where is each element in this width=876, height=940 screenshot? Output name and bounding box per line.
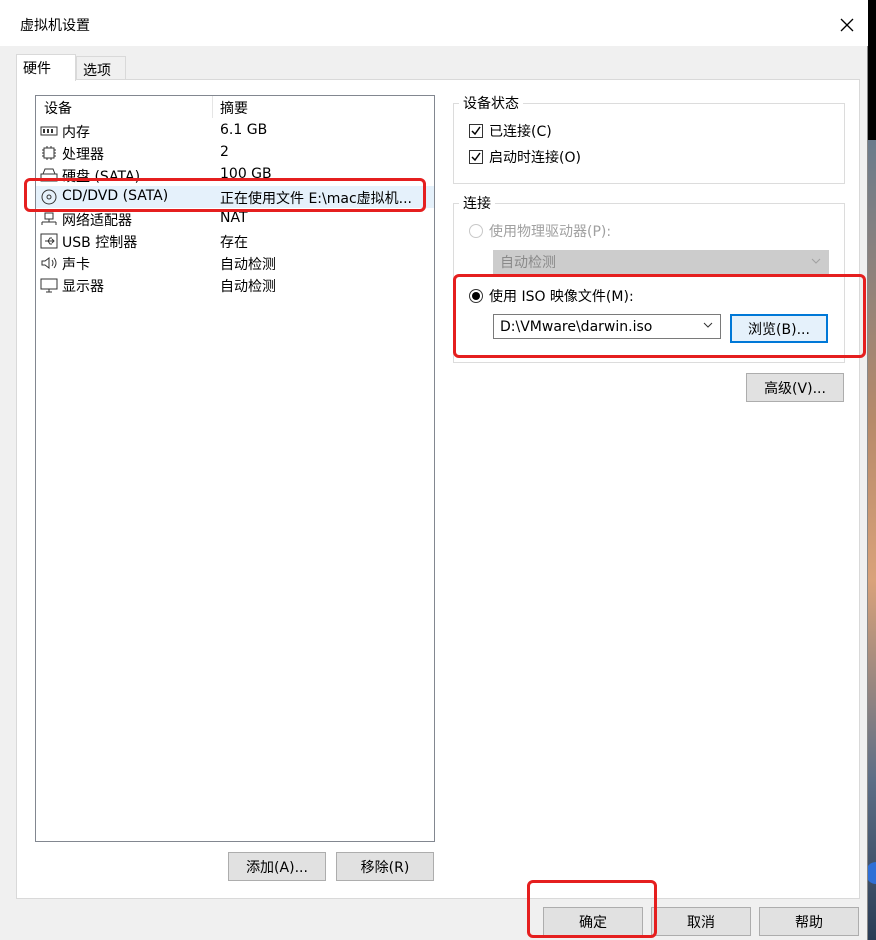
- window-title: 虚拟机设置: [20, 18, 90, 34]
- device-summary: 存在: [220, 235, 248, 251]
- advanced-button[interactable]: 高级(V)...: [746, 373, 844, 402]
- device-row-memory[interactable]: 内存 6.1 GB: [36, 120, 434, 142]
- remove-device-button[interactable]: 移除(R): [336, 852, 434, 881]
- cancel-button[interactable]: 取消: [651, 907, 751, 936]
- memory-icon: [40, 126, 58, 136]
- device-name: 网络适配器: [62, 213, 132, 229]
- vm-settings-dialog: 虚拟机设置 硬件 选项 设备 摘要 内存 6.1 GB 处理器 2 硬盘 (SA…: [0, 0, 868, 940]
- connected-checkbox-box[interactable]: [469, 124, 483, 138]
- processor-icon: [42, 146, 56, 160]
- device-name: 声卡: [62, 257, 90, 273]
- add-device-button-label: 添加(A)...: [246, 859, 308, 876]
- annotation-highlight-cd-row: [24, 178, 426, 212]
- annotation-highlight-ok: [527, 880, 657, 938]
- physical-drive-label: 使用物理驱动器(P):: [489, 224, 612, 240]
- physical-drive-radio[interactable]: 使用物理驱动器(P):: [469, 221, 611, 241]
- connection-title: 连接: [459, 193, 495, 213]
- cancel-button-label: 取消: [687, 914, 715, 931]
- device-name: 处理器: [62, 147, 104, 163]
- connected-checkbox[interactable]: 已连接(C): [469, 121, 552, 141]
- annotation-highlight-iso: [453, 274, 866, 358]
- device-summary: NAT: [220, 210, 248, 226]
- tab-options[interactable]: 选项: [76, 56, 126, 80]
- device-summary: 自动检测: [220, 257, 276, 273]
- physical-drive-select[interactable]: 自动检测: [493, 250, 829, 274]
- speaker-icon: [41, 257, 57, 269]
- physical-drive-select-value: 自动检测: [500, 255, 556, 271]
- device-summary: 2: [220, 144, 229, 160]
- device-row-processor[interactable]: 处理器 2: [36, 142, 434, 164]
- device-summary: 自动检测: [220, 279, 276, 295]
- column-header-device[interactable]: 设备: [44, 98, 72, 118]
- connect-at-power-on-label: 启动时连接(O): [489, 150, 581, 166]
- device-name: 显示器: [62, 279, 104, 295]
- checkmark-icon: [471, 152, 481, 162]
- tab-hardware[interactable]: 硬件: [16, 54, 76, 81]
- device-row-display[interactable]: 显示器 自动检测: [36, 274, 434, 296]
- connect-at-power-on-checkbox[interactable]: 启动时连接(O): [469, 147, 581, 167]
- device-summary: 6.1 GB: [220, 122, 268, 138]
- add-device-button[interactable]: 添加(A)...: [228, 852, 326, 881]
- help-button[interactable]: 帮助: [759, 907, 859, 936]
- device-status-title: 设备状态: [459, 93, 523, 113]
- network-adapter-icon: [41, 212, 57, 225]
- column-separator: [212, 96, 213, 118]
- help-button-label: 帮助: [795, 914, 823, 931]
- connect-at-power-on-checkbox-box[interactable]: [469, 150, 483, 164]
- close-button[interactable]: [826, 8, 868, 42]
- device-name: 内存: [62, 125, 90, 141]
- column-header-summary[interactable]: 摘要: [220, 98, 248, 118]
- connected-label: 已连接(C): [489, 124, 552, 140]
- checkmark-icon: [471, 126, 481, 136]
- remove-device-button-label: 移除(R): [360, 859, 410, 876]
- close-icon: [840, 18, 854, 32]
- physical-drive-radio-circle[interactable]: [469, 224, 483, 238]
- usb-icon: [40, 233, 58, 249]
- advanced-button-label: 高级(V)...: [764, 380, 826, 397]
- device-row-usb-controller[interactable]: USB 控制器 存在: [36, 230, 434, 252]
- device-status-group: [453, 103, 845, 184]
- device-row-sound-card[interactable]: 声卡 自动检测: [36, 252, 434, 274]
- device-name: USB 控制器: [62, 235, 138, 251]
- title-bar: 虚拟机设置: [0, 0, 868, 46]
- monitor-icon: [40, 278, 58, 293]
- chevron-down-icon: [811, 258, 821, 264]
